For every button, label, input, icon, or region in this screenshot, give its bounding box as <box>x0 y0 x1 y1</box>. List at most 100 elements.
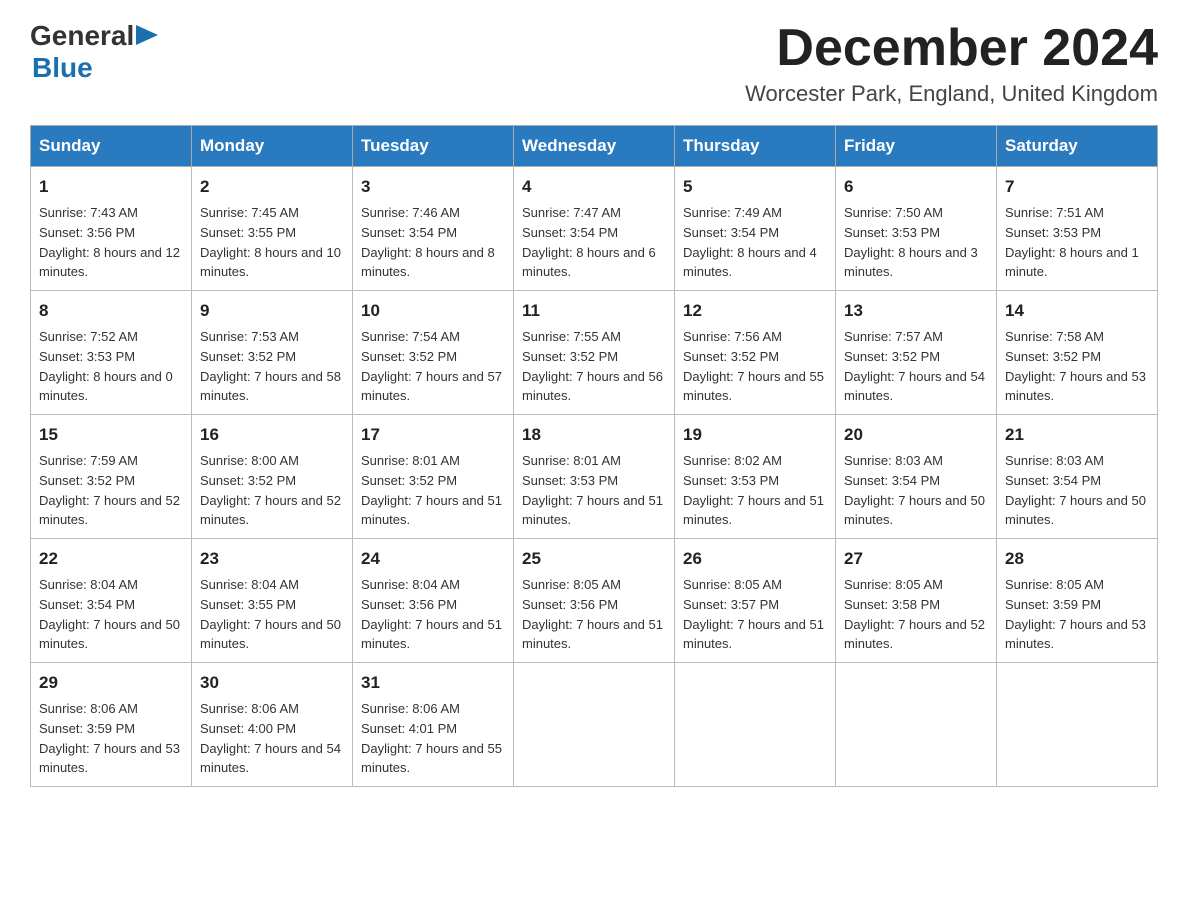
calendar-day-cell: 17Sunrise: 8:01 AMSunset: 3:52 PMDayligh… <box>353 415 514 539</box>
calendar-day-cell: 13 Sunrise: 7:57 AMSunset: 3:52 PMDayligh… <box>836 291 997 415</box>
day-info: Sunrise: 7:53 AMSunset: 3:52 PMDaylight:… <box>200 329 341 404</box>
day-number: 11 <box>522 299 666 324</box>
day-info: Sunrise: 7:57 AMSunset: 3:52 PMDaylight:… <box>844 329 985 404</box>
calendar-day-cell: 16Sunrise: 8:00 AMSunset: 3:52 PMDayligh… <box>192 415 353 539</box>
day-number: 20 <box>844 423 988 448</box>
calendar-day-cell: 1Sunrise: 7:43 AMSunset: 3:56 PMDaylight… <box>31 167 192 291</box>
day-number: 16 <box>200 423 344 448</box>
calendar-day-cell: 12 Sunrise: 7:56 AMSunset: 3:52 PMDayligh… <box>675 291 836 415</box>
calendar-day-cell: 23Sunrise: 8:04 AMSunset: 3:55 PMDayligh… <box>192 539 353 663</box>
weekday-header: Sunday <box>31 126 192 167</box>
weekday-header: Wednesday <box>514 126 675 167</box>
weekday-header: Saturday <box>997 126 1158 167</box>
logo-blue-text: Blue <box>32 52 93 84</box>
day-number: 29 <box>39 671 183 696</box>
calendar-day-cell: 22 Sunrise: 8:04 AMSunset: 3:54 PMDayligh… <box>31 539 192 663</box>
day-number: 7 <box>1005 175 1149 200</box>
day-number: 4 <box>522 175 666 200</box>
day-number: 24 <box>361 547 505 572</box>
day-info: Sunrise: 7:56 AMSunset: 3:52 PMDaylight:… <box>683 329 824 404</box>
day-number: 26 <box>683 547 827 572</box>
day-info: Sunrise: 7:46 AMSunset: 3:54 PMDaylight:… <box>361 205 495 280</box>
calendar-day-cell: 14Sunrise: 7:58 AMSunset: 3:52 PMDayligh… <box>997 291 1158 415</box>
day-number: 27 <box>844 547 988 572</box>
day-number: 17 <box>361 423 505 448</box>
calendar-day-cell: 18 Sunrise: 8:01 AMSunset: 3:53 PMDayligh… <box>514 415 675 539</box>
day-info: Sunrise: 8:06 AMSunset: 3:59 PMDaylight:… <box>39 701 180 776</box>
day-info: Sunrise: 8:04 AMSunset: 3:54 PMDaylight:… <box>39 577 180 652</box>
day-number: 28 <box>1005 547 1149 572</box>
day-number: 13 <box>844 299 988 324</box>
month-title: December 2024 <box>745 20 1158 77</box>
day-info: Sunrise: 8:02 AMSunset: 3:53 PMDaylight:… <box>683 453 824 528</box>
location-title: Worcester Park, England, United Kingdom <box>745 81 1158 107</box>
day-info: Sunrise: 8:03 AMSunset: 3:54 PMDaylight:… <box>844 453 985 528</box>
calendar-day-cell: 26 Sunrise: 8:05 AMSunset: 3:57 PMDayligh… <box>675 539 836 663</box>
day-info: Sunrise: 8:04 AMSunset: 3:55 PMDaylight:… <box>200 577 341 652</box>
title-section: December 2024 Worcester Park, England, U… <box>745 20 1158 107</box>
day-number: 8 <box>39 299 183 324</box>
logo: General Blue <box>30 20 158 84</box>
calendar-day-cell <box>997 663 1158 787</box>
day-info: Sunrise: 7:45 AMSunset: 3:55 PMDaylight:… <box>200 205 341 280</box>
calendar-week-row: 29 Sunrise: 8:06 AMSunset: 3:59 PMDayligh… <box>31 663 1158 787</box>
calendar-day-cell: 27 Sunrise: 8:05 AMSunset: 3:58 PMDayligh… <box>836 539 997 663</box>
page-header: General Blue December 2024 Worcester Par… <box>30 20 1158 107</box>
weekday-header: Friday <box>836 126 997 167</box>
calendar-day-cell: 29 Sunrise: 8:06 AMSunset: 3:59 PMDayligh… <box>31 663 192 787</box>
day-number: 12 <box>683 299 827 324</box>
calendar-table: SundayMondayTuesdayWednesdayThursdayFrid… <box>30 125 1158 787</box>
day-info: Sunrise: 7:51 AMSunset: 3:53 PMDaylight:… <box>1005 205 1139 280</box>
calendar-day-cell: 7 Sunrise: 7:51 AMSunset: 3:53 PMDaylight… <box>997 167 1158 291</box>
calendar-day-cell: 10Sunrise: 7:54 AMSunset: 3:52 PMDayligh… <box>353 291 514 415</box>
calendar-day-cell <box>836 663 997 787</box>
day-info: Sunrise: 8:06 AMSunset: 4:01 PMDaylight:… <box>361 701 502 776</box>
day-info: Sunrise: 7:55 AMSunset: 3:52 PMDaylight:… <box>522 329 663 404</box>
day-info: Sunrise: 7:49 AMSunset: 3:54 PMDaylight:… <box>683 205 817 280</box>
day-info: Sunrise: 8:03 AMSunset: 3:54 PMDaylight:… <box>1005 453 1146 528</box>
calendar-week-row: 15 Sunrise: 7:59 AMSunset: 3:52 PMDayligh… <box>31 415 1158 539</box>
day-number: 5 <box>683 175 827 200</box>
calendar-day-cell: 24 Sunrise: 8:04 AMSunset: 3:56 PMDayligh… <box>353 539 514 663</box>
calendar-day-cell: 31 Sunrise: 8:06 AMSunset: 4:01 PMDayligh… <box>353 663 514 787</box>
day-info: Sunrise: 7:58 AMSunset: 3:52 PMDaylight:… <box>1005 329 1146 404</box>
logo-arrow-icon <box>136 21 158 49</box>
day-number: 31 <box>361 671 505 696</box>
calendar-day-cell: 4 Sunrise: 7:47 AMSunset: 3:54 PMDaylight… <box>514 167 675 291</box>
day-number: 18 <box>522 423 666 448</box>
calendar-day-cell: 2Sunrise: 7:45 AMSunset: 3:55 PMDaylight… <box>192 167 353 291</box>
logo-general-text: General <box>30 20 134 52</box>
weekday-header: Monday <box>192 126 353 167</box>
calendar-day-cell: 28Sunrise: 8:05 AMSunset: 3:59 PMDayligh… <box>997 539 1158 663</box>
day-info: Sunrise: 8:06 AMSunset: 4:00 PMDaylight:… <box>200 701 341 776</box>
calendar-day-cell: 30 Sunrise: 8:06 AMSunset: 4:00 PMDayligh… <box>192 663 353 787</box>
calendar-day-cell: 21Sunrise: 8:03 AMSunset: 3:54 PMDayligh… <box>997 415 1158 539</box>
calendar-day-cell: 15 Sunrise: 7:59 AMSunset: 3:52 PMDayligh… <box>31 415 192 539</box>
calendar-day-cell: 25Sunrise: 8:05 AMSunset: 3:56 PMDayligh… <box>514 539 675 663</box>
day-info: Sunrise: 8:05 AMSunset: 3:56 PMDaylight:… <box>522 577 663 652</box>
day-info: Sunrise: 8:05 AMSunset: 3:57 PMDaylight:… <box>683 577 824 652</box>
weekday-header: Tuesday <box>353 126 514 167</box>
day-number: 10 <box>361 299 505 324</box>
calendar-header-row: SundayMondayTuesdayWednesdayThursdayFrid… <box>31 126 1158 167</box>
day-number: 15 <box>39 423 183 448</box>
calendar-day-cell: 19 Sunrise: 8:02 AMSunset: 3:53 PMDayligh… <box>675 415 836 539</box>
day-info: Sunrise: 8:01 AMSunset: 3:53 PMDaylight:… <box>522 453 663 528</box>
weekday-header: Thursday <box>675 126 836 167</box>
day-info: Sunrise: 7:47 AMSunset: 3:54 PMDaylight:… <box>522 205 656 280</box>
day-info: Sunrise: 7:59 AMSunset: 3:52 PMDaylight:… <box>39 453 180 528</box>
day-number: 19 <box>683 423 827 448</box>
calendar-week-row: 22 Sunrise: 8:04 AMSunset: 3:54 PMDayligh… <box>31 539 1158 663</box>
calendar-week-row: 1Sunrise: 7:43 AMSunset: 3:56 PMDaylight… <box>31 167 1158 291</box>
calendar-day-cell: 5 Sunrise: 7:49 AMSunset: 3:54 PMDaylight… <box>675 167 836 291</box>
day-info: Sunrise: 8:04 AMSunset: 3:56 PMDaylight:… <box>361 577 502 652</box>
day-number: 22 <box>39 547 183 572</box>
day-info: Sunrise: 7:52 AMSunset: 3:53 PMDaylight:… <box>39 329 173 404</box>
day-info: Sunrise: 7:43 AMSunset: 3:56 PMDaylight:… <box>39 205 180 280</box>
day-number: 30 <box>200 671 344 696</box>
calendar-day-cell <box>675 663 836 787</box>
day-number: 6 <box>844 175 988 200</box>
day-info: Sunrise: 8:05 AMSunset: 3:58 PMDaylight:… <box>844 577 985 652</box>
calendar-day-cell: 9Sunrise: 7:53 AMSunset: 3:52 PMDaylight… <box>192 291 353 415</box>
calendar-day-cell: 3Sunrise: 7:46 AMSunset: 3:54 PMDaylight… <box>353 167 514 291</box>
